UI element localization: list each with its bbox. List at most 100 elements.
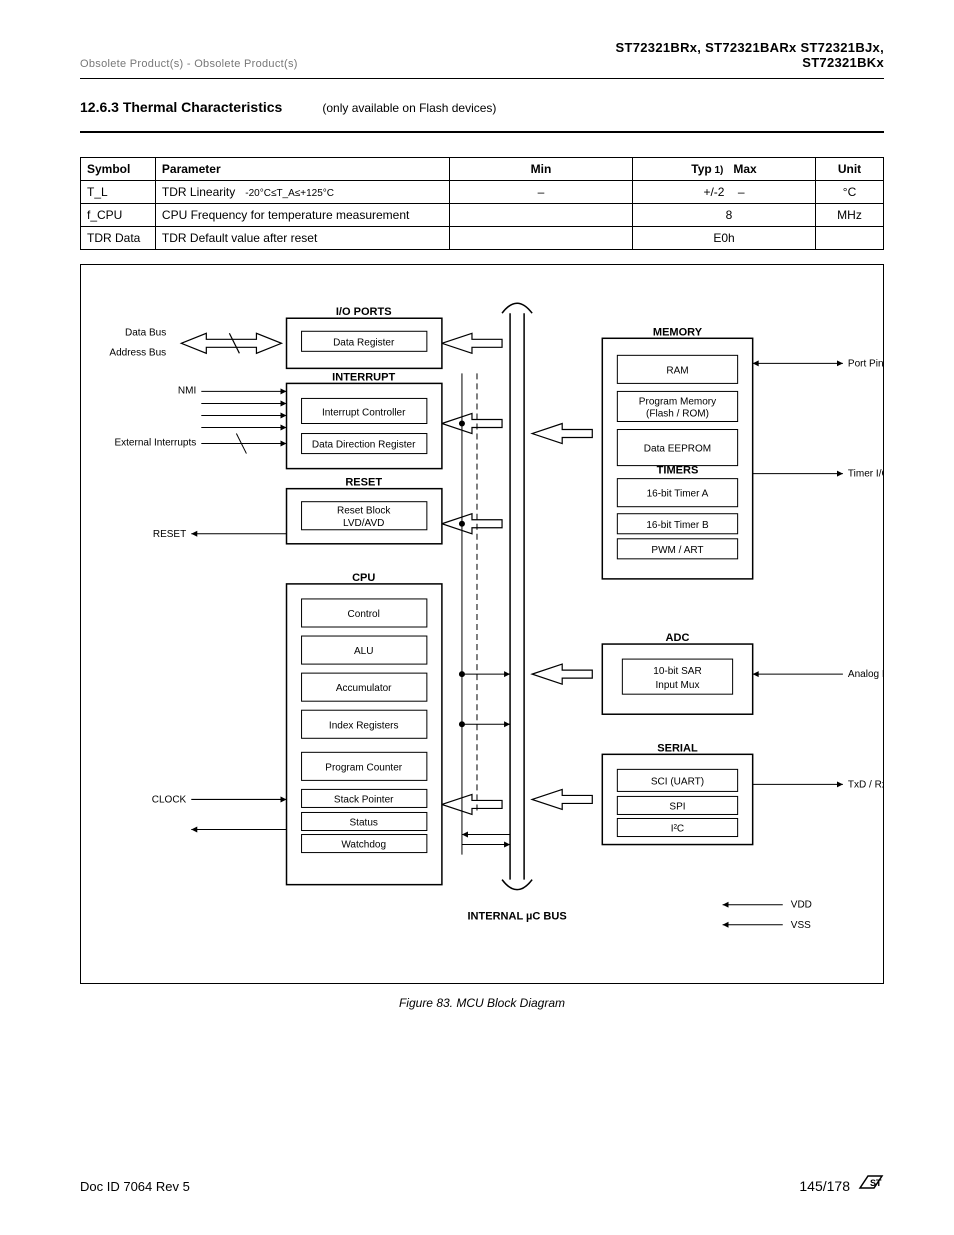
- block-diagram: INTERNAL µC BUS Data Bus Address Bus: [80, 264, 884, 984]
- section-rule: [80, 131, 884, 133]
- svg-text:SPI: SPI: [669, 801, 685, 812]
- label-data-bus: Data Bus: [125, 327, 166, 338]
- obsolete-rail: Obsolete Product(s) - Obsolete Product(s…: [80, 58, 298, 70]
- st-logo-icon: ST: [858, 1174, 884, 1192]
- svg-text:RESET: RESET: [345, 477, 382, 489]
- svg-text:ADC: ADC: [666, 632, 690, 644]
- svg-text:INTERRUPT: INTERRUPT: [332, 371, 395, 383]
- svg-text:Status: Status: [350, 818, 378, 829]
- th-min: Min: [450, 158, 633, 181]
- svg-text:Interrupt Controller: Interrupt Controller: [322, 407, 406, 418]
- double-arrow-icon: [532, 424, 592, 444]
- section-title: 12.6.3 Thermal Characteristics: [80, 99, 282, 115]
- svg-text:ALU: ALU: [354, 646, 373, 657]
- svg-text:SERIAL: SERIAL: [657, 742, 698, 754]
- th-param: Parameter: [155, 158, 449, 181]
- svg-text:(Flash / ROM): (Flash / ROM): [646, 408, 709, 419]
- svg-text:PWM / ART: PWM / ART: [651, 545, 703, 556]
- page-num: 145/178: [799, 1178, 850, 1194]
- vendor: 145/178 ST: [799, 1174, 884, 1197]
- cell-param: CPU Frequency for temperature measuremen…: [155, 204, 449, 227]
- page: Obsolete Product(s) - Obsolete Product(s…: [0, 0, 954, 1235]
- cell-param: TDR Default value after reset: [155, 227, 449, 250]
- double-arrow-icon: [442, 413, 502, 433]
- svg-text:TxD / RxD: TxD / RxD: [848, 779, 883, 790]
- label-vss: VSS: [791, 920, 811, 931]
- svg-text:16-bit Timer B: 16-bit Timer B: [646, 520, 709, 531]
- svg-text:Index Registers: Index Registers: [329, 720, 399, 731]
- svg-text:CLOCK: CLOCK: [152, 794, 187, 805]
- svg-text:10-bit SAR: 10-bit SAR: [653, 666, 701, 677]
- cell-symbol: TDR Data: [81, 227, 156, 250]
- svg-text:I/O PORTS: I/O PORTS: [336, 306, 392, 318]
- svg-text:Program Memory: Program Memory: [639, 396, 716, 407]
- double-arrow-icon: [442, 794, 502, 814]
- svg-text:ST: ST: [870, 1178, 882, 1188]
- svg-text:CPU: CPU: [352, 572, 375, 584]
- svg-text:MEMORY: MEMORY: [653, 326, 703, 338]
- footer: Doc ID 7064 Rev 5 145/178 ST: [80, 1174, 884, 1197]
- thermal-table: Symbol Parameter Min Typ 1) Max Unit T_L…: [80, 157, 884, 250]
- ext-bus-arrow: [181, 333, 281, 353]
- doc-ref: Doc ID 7064 Rev 5: [80, 1179, 190, 1194]
- internal-bus: INTERNAL µC BUS: [468, 303, 567, 923]
- figure-caption: Figure 83. MCU Block Diagram: [80, 996, 884, 1010]
- svg-text:LVD/AVD: LVD/AVD: [343, 518, 384, 529]
- cell-min: [450, 204, 633, 227]
- section-note: (only available on Flash devices): [322, 101, 496, 115]
- product-name: ST72321BRx, ST72321BARx ST72321BJx, ST72…: [562, 40, 884, 70]
- svg-text:Data EEPROM: Data EEPROM: [644, 444, 711, 455]
- block-adc: ADC 10-bit SAR Input Mux: [602, 632, 752, 714]
- cell-typ: E0h: [633, 227, 816, 250]
- label-nmi: NMI: [178, 385, 196, 396]
- block-interrupt: INTERRUPT Interrupt Controller Data Dire…: [287, 371, 442, 468]
- svg-text:Watchdog: Watchdog: [341, 840, 386, 851]
- cell-typ: +/-2 –: [633, 181, 816, 204]
- block-diagram-svg: INTERNAL µC BUS Data Bus Address Bus: [81, 265, 883, 983]
- svg-text:16-bit Timer A: 16-bit Timer A: [647, 489, 709, 500]
- cell-symbol: T_L: [81, 181, 156, 204]
- cell-min: [450, 227, 633, 250]
- svg-text:RAM: RAM: [666, 365, 688, 376]
- vendor-logo: ST: [858, 1174, 884, 1197]
- svg-text:SCI (UART): SCI (UART): [651, 776, 704, 787]
- svg-text:Timer I/O: Timer I/O: [848, 469, 883, 480]
- cell-unit: [816, 227, 884, 250]
- svg-text:Control: Control: [348, 609, 380, 620]
- block-memory: MEMORY RAM Program Memory (Flash / ROM) …: [602, 326, 752, 579]
- svg-text:TIMERS: TIMERS: [657, 465, 699, 477]
- label-vdd: VDD: [791, 900, 812, 911]
- double-arrow-icon: [442, 514, 502, 534]
- table-row: T_L TDR Linearity -20°C≤T_A≤+125°C – +/-…: [81, 181, 884, 204]
- cell-unit: °C: [816, 181, 884, 204]
- svg-text:Accumulator: Accumulator: [336, 683, 392, 694]
- cell-typ: 8: [633, 204, 816, 227]
- th-units: Unit: [816, 158, 884, 181]
- block-serial: SERIAL SCI (UART) SPI I²C: [602, 742, 752, 844]
- power-pins: [723, 905, 783, 925]
- table-header-row-1: Symbol Parameter Min Typ 1) Max Unit: [81, 158, 884, 181]
- label-extint: External Interrupts: [114, 438, 196, 449]
- svg-text:Data Register: Data Register: [333, 337, 395, 348]
- cell-min: –: [450, 181, 633, 204]
- svg-text:Data Direction Register: Data Direction Register: [312, 440, 416, 451]
- svg-text:Analog Inputs: Analog Inputs: [848, 669, 883, 680]
- svg-text:I²C: I²C: [671, 824, 684, 835]
- section-title-row: 12.6.3 Thermal Characteristics (only ava…: [80, 99, 884, 115]
- block-port: I/O PORTS Data Register: [287, 306, 442, 368]
- label-addr-bus: Address Bus: [109, 347, 166, 358]
- cell-symbol: f_CPU: [81, 204, 156, 227]
- svg-text:Program Counter: Program Counter: [325, 762, 402, 773]
- double-arrow-icon: [532, 664, 592, 684]
- cell-param: TDR Linearity -20°C≤T_A≤+125°C: [155, 181, 449, 204]
- double-arrow-icon: [442, 333, 502, 353]
- double-arrow-icon: [532, 789, 592, 809]
- page-header: Obsolete Product(s) - Obsolete Product(s…: [80, 40, 884, 70]
- bus-label: INTERNAL µC BUS: [468, 911, 567, 923]
- svg-text:Port Pins: Port Pins: [848, 358, 883, 369]
- table-body: T_L TDR Linearity -20°C≤T_A≤+125°C – +/-…: [81, 181, 884, 250]
- svg-text:Input Mux: Input Mux: [655, 680, 699, 691]
- svg-text:Stack Pointer: Stack Pointer: [334, 794, 394, 805]
- ext-int-lines: [201, 391, 286, 453]
- block-cpu: CPU Control ALU Accumulator Index Regist…: [287, 572, 442, 885]
